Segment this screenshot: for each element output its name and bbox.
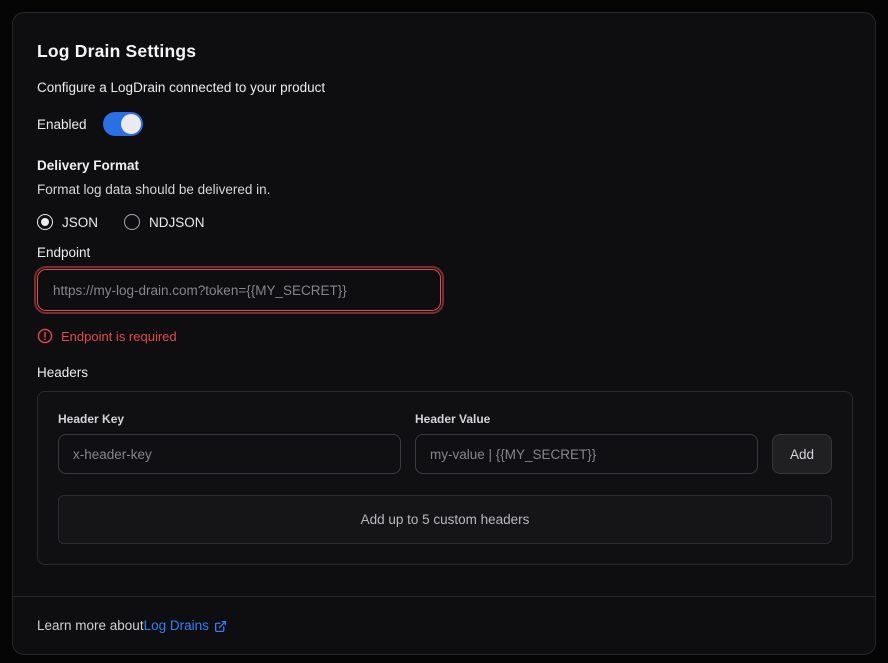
radio-unselected-icon[interactable] bbox=[124, 214, 140, 230]
endpoint-error-text: Endpoint is required bbox=[61, 329, 177, 344]
enabled-row: Enabled bbox=[37, 112, 851, 136]
radio-selected-icon[interactable] bbox=[37, 214, 53, 230]
endpoint-label: Endpoint bbox=[37, 245, 851, 260]
radio-option-ndjson[interactable]: NDJSON bbox=[124, 214, 205, 230]
headers-input-row: Header Key Header Value Add bbox=[58, 412, 832, 474]
toggle-knob bbox=[121, 114, 141, 134]
delivery-format-description: Format log data should be delivered in. bbox=[37, 182, 851, 197]
headers-label: Headers bbox=[37, 365, 851, 380]
header-value-label: Header Value bbox=[415, 412, 758, 426]
page-subtitle: Configure a LogDrain connected to your p… bbox=[37, 80, 851, 95]
add-header-button[interactable]: Add bbox=[772, 434, 832, 474]
enabled-label: Enabled bbox=[37, 117, 87, 132]
header-key-input[interactable] bbox=[58, 434, 401, 474]
header-value-input[interactable] bbox=[415, 434, 758, 474]
header-value-column: Header Value bbox=[415, 412, 758, 474]
headers-empty-note: Add up to 5 custom headers bbox=[58, 495, 832, 544]
endpoint-input[interactable] bbox=[37, 269, 441, 311]
endpoint-error-row: Endpoint is required bbox=[37, 328, 851, 344]
radio-label-ndjson: NDJSON bbox=[149, 215, 205, 230]
error-alert-icon bbox=[37, 328, 53, 344]
card-body: Log Drain Settings Configure a LogDrain … bbox=[13, 13, 875, 596]
delivery-format-radio-group: JSON NDJSON bbox=[37, 214, 851, 230]
log-drains-link-label: Log Drains bbox=[144, 618, 209, 633]
radio-label-json: JSON bbox=[62, 215, 98, 230]
enabled-toggle[interactable] bbox=[103, 112, 143, 136]
header-key-column: Header Key bbox=[58, 412, 401, 474]
headers-panel: Header Key Header Value Add Add up to 5 … bbox=[37, 391, 853, 565]
header-key-label: Header Key bbox=[58, 412, 401, 426]
delivery-format-label: Delivery Format bbox=[37, 158, 851, 173]
footer-text: Learn more about bbox=[37, 618, 144, 633]
radio-option-json[interactable]: JSON bbox=[37, 214, 98, 230]
page-title: Log Drain Settings bbox=[37, 41, 851, 62]
external-link-icon bbox=[214, 620, 227, 633]
log-drains-link[interactable]: Log Drains bbox=[144, 618, 227, 633]
card-footer: Learn more aboutLog Drains bbox=[13, 596, 875, 654]
log-drain-settings-card: Log Drain Settings Configure a LogDrain … bbox=[12, 12, 876, 655]
